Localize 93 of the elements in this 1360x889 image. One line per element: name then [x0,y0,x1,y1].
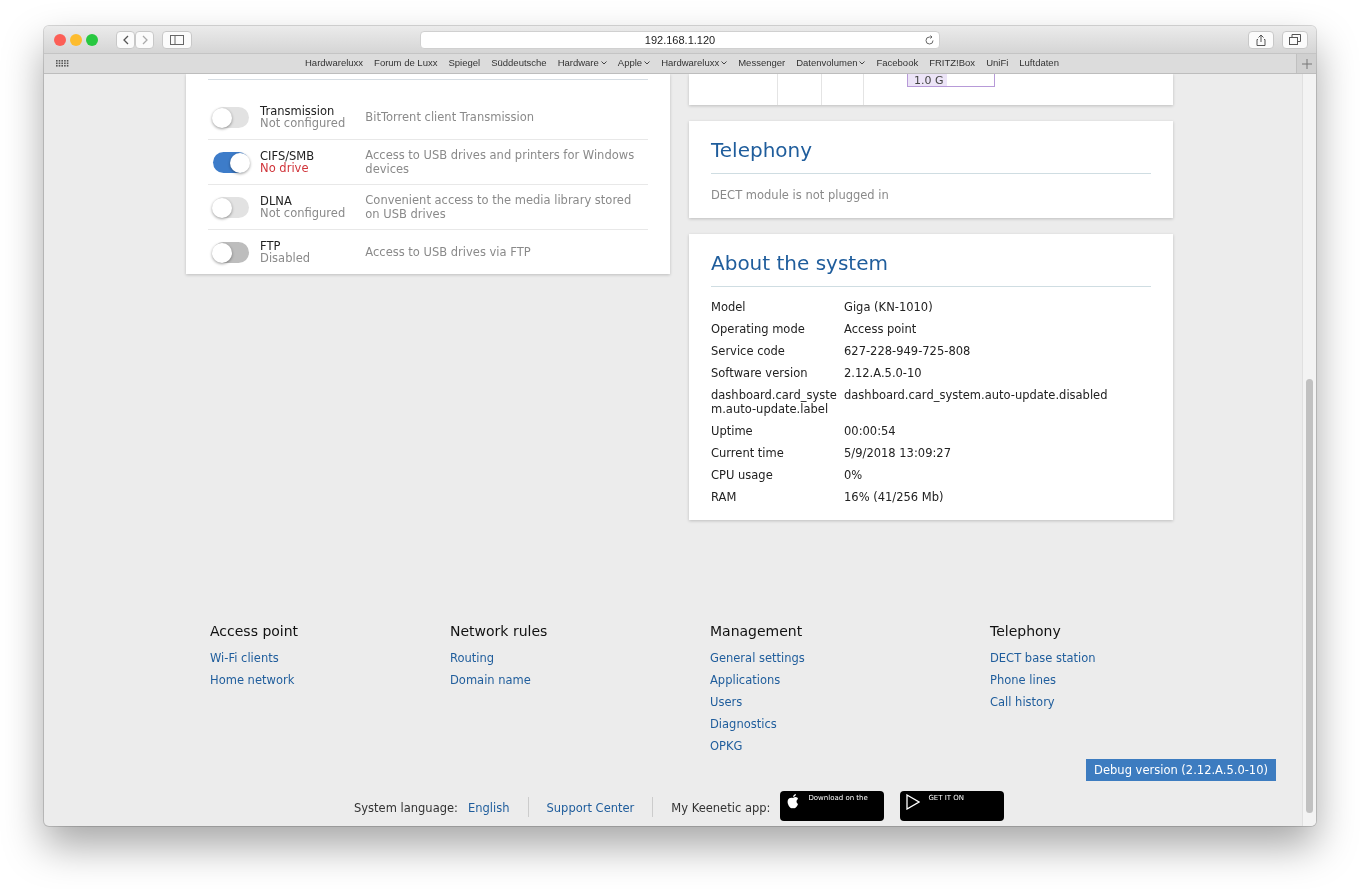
address-field[interactable]: 192.168.1.120 [420,31,940,49]
footer-link[interactable]: Phone lines [990,673,1190,688]
back-button[interactable] [116,30,135,49]
forward-button[interactable] [135,30,154,49]
toggle-switch[interactable] [213,106,250,128]
footer-link[interactable]: Call history [990,695,1190,710]
bookmark-link[interactable]: Apple [617,57,651,68]
sidebar-icon [170,34,184,45]
support-link[interactable]: Support Center [546,791,635,815]
footer-link[interactable]: Routing [450,651,710,666]
footer-link[interactable]: Applications [710,673,990,688]
app-description: BitTorrent client Transmission [365,110,536,124]
bookmark-link[interactable]: Hardwareluxx [661,57,728,68]
scrollbar[interactable] [1302,74,1316,826]
info-value: 2.12.A.5.0-10 [844,366,923,380]
info-value: 5/9/2018 13:09:27 [844,446,952,460]
new-tab-button[interactable] [1296,54,1316,73]
grid-icon[interactable] [56,60,69,67]
footer-heading: Management [710,623,804,639]
info-value: 00:00:54 [844,424,897,438]
debug-version-button[interactable]: Debug version (2.12.A.5.0-10) [1086,759,1276,781]
bookmark-link[interactable]: Hardwareluxx [305,57,364,68]
bookmark-link[interactable]: Forum de Luxx [374,57,438,68]
footer-link[interactable]: Diagnostics [710,717,990,732]
info-label: CPU usage [711,468,774,482]
footer-link[interactable]: Domain name [450,673,710,688]
play-icon [906,794,921,810]
tabs-button[interactable] [1282,30,1308,49]
app-name: CIFS/SMB [260,150,316,162]
bookmark-link[interactable]: UniFi [986,57,1009,68]
bookmark-link[interactable]: Spiegel [448,57,481,68]
toggle-switch[interactable] [213,151,250,173]
footer-heading: Network rules [450,623,549,639]
tabs-icon [1289,34,1301,45]
app-description: Convenient access to the media library stored on USB drives [365,193,633,221]
footer-heading: Access point [210,623,300,639]
card-title: Telephony [711,121,1151,174]
app-label: My Keenetic app: [671,800,771,815]
card-title: About the system [711,234,1151,287]
scrollbar-thumb[interactable] [1306,379,1313,813]
info-value: 627-228-949-725-808 [844,344,972,358]
app-name: Transmission [260,105,335,117]
footer-link[interactable]: General settings [710,651,990,666]
info-value: Giga (KN-1010) [844,300,934,314]
sidebar-button[interactable] [162,30,192,49]
close-button[interactable] [54,33,66,46]
info-value: 16% (41/256 Mb) [844,490,945,504]
language-link[interactable]: English [467,791,510,815]
toggle-switch[interactable] [213,196,250,218]
bookmark-link[interactable]: Süddeutsche [491,57,547,68]
app-name: FTP [260,240,281,252]
info-label: RAM [711,490,738,504]
bookmark-link[interactable]: Messenger [738,57,786,68]
bookmark-link[interactable]: Luftdaten [1019,57,1059,68]
info-label: Service code [711,344,786,358]
apple-icon [786,794,801,810]
reload-icon[interactable] [924,35,935,46]
info-label: Software version [711,366,809,380]
language-label: System language: [354,800,458,815]
footer-link[interactable]: DECT base station [990,651,1190,666]
footer-link[interactable]: OPKG [710,739,990,754]
info-value: 0% [844,468,864,482]
info-label: dashboard.card_system.auto-update.label [711,388,838,416]
app-status: Disabled [260,252,312,264]
bookmark-link[interactable]: Facebook [876,57,919,68]
info-label: Model [711,300,747,314]
info-value: Access point [844,322,918,336]
info-label: Uptime [711,424,754,438]
minimize-button[interactable] [70,33,82,46]
forward-icon [140,34,149,45]
status-message: DECT module is not plugged in [711,187,890,204]
app-description: Access to USB drives via FTP [365,245,532,259]
share-button[interactable] [1248,30,1274,49]
footer-link[interactable]: Users [710,695,990,710]
share-icon [1256,33,1266,46]
bookmark-link[interactable]: Datenvolumen [796,57,866,68]
info-value: dashboard.card_system.auto-update.disabled [844,388,1109,404]
footer-link[interactable]: Wi-Fi clients [210,651,450,666]
info-label: Operating mode [711,322,806,336]
app-description: Access to USB drives and printers for Windows devices [365,148,636,176]
bookmark-link[interactable]: Hardware [557,57,607,68]
bar-label: 1.0 G [914,75,944,86]
footer-link[interactable]: Home network [210,673,450,688]
zoom-button[interactable] [86,33,98,46]
app-status: No drive [260,162,309,174]
bookmark-link[interactable]: FRITZ!Box [929,57,976,68]
plus-icon [1301,58,1312,69]
footer-heading: Telephony [990,623,1062,639]
info-label: Current time [711,446,785,460]
back-icon [121,34,130,45]
app-status: Not configured [260,207,347,219]
app-name: DLNA [260,195,292,207]
app-status: Not configured [260,117,347,129]
